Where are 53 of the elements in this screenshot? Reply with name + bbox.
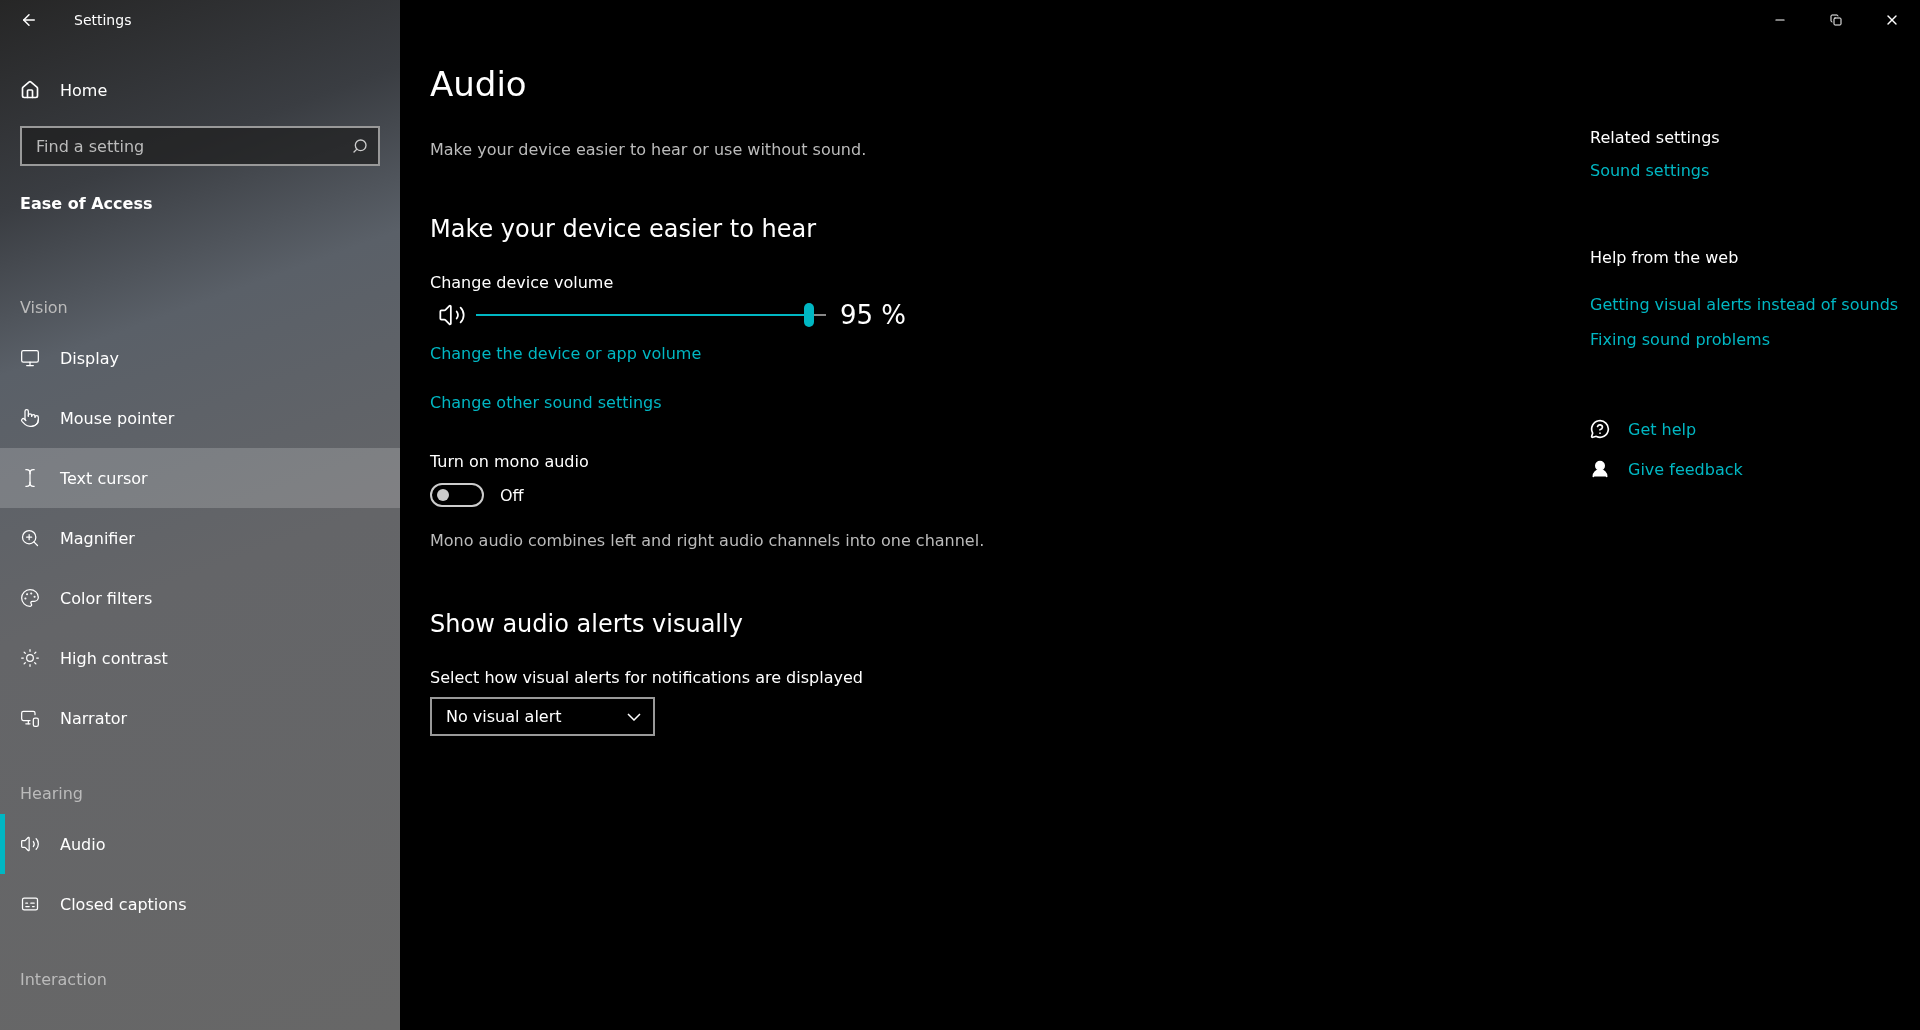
- toggle-state: Off: [500, 485, 524, 505]
- back-button[interactable]: [20, 11, 38, 29]
- section-heading: Show audio alerts visually: [430, 610, 743, 638]
- window-title: Settings: [74, 12, 132, 28]
- select-label: Select how visual alerts for notifications are displayed: [430, 668, 863, 687]
- mono-audio-label: Turn on mono audio: [430, 452, 589, 471]
- mono-audio-description: Mono audio combines left and right audio channels into one channel.: [430, 531, 985, 550]
- group-heading: Vision: [19, 296, 69, 319]
- search-icon: [352, 138, 368, 154]
- link[interactable]: Change other sound settings: [430, 393, 662, 412]
- monitor-icon: [20, 348, 40, 368]
- sidebar-item[interactable]: Mouse pointer: [0, 388, 400, 448]
- search-field[interactable]: Find a setting: [34, 135, 352, 157]
- volume-slider[interactable]: [476, 303, 826, 327]
- help-icon: [1590, 419, 1610, 439]
- page-description: Make your device easier to hear or use without sound.: [430, 140, 867, 159]
- home-link[interactable]: Home: [0, 70, 400, 110]
- group-heading: Interaction: [19, 968, 108, 991]
- sidebar-item[interactable]: Narrator: [0, 688, 400, 748]
- link[interactable]: Get help: [1628, 419, 1697, 439]
- sidebar-item[interactable]: High contrast: [0, 628, 400, 688]
- sidebar-item[interactable]: Text cursor: [0, 448, 400, 508]
- palette-icon: [20, 588, 40, 608]
- speaker-icon: [20, 834, 40, 854]
- search-box[interactable]: Find a setting: [20, 126, 380, 166]
- visual-alert-dropdown[interactable]: No visual alert: [430, 697, 655, 736]
- page-title: Audio: [430, 64, 527, 104]
- link[interactable]: Sound settings: [1590, 161, 1710, 180]
- link[interactable]: Give feedback: [1628, 459, 1743, 479]
- link[interactable]: Fixing sound problems: [1590, 330, 1770, 349]
- volume-label: Change device volume: [430, 273, 614, 292]
- volume-reading: 95 %: [840, 300, 907, 330]
- link[interactable]: Getting visual alerts instead of sounds: [1590, 295, 1899, 314]
- group-heading: Hearing: [19, 782, 84, 805]
- hand-pointer-icon: [20, 408, 40, 428]
- section-heading: Make your device easier to hear: [430, 215, 817, 243]
- aside-heading: Related settings: [1590, 128, 1720, 147]
- link[interactable]: Change the device or app volume: [430, 344, 702, 363]
- sidebar-item[interactable]: Color filters: [0, 568, 400, 628]
- mono-audio-toggle[interactable]: [430, 483, 484, 507]
- category-title: Ease of Access: [19, 193, 154, 215]
- sidebar-item[interactable]: Audio: [0, 814, 400, 874]
- sidebar-item[interactable]: Display: [0, 328, 400, 388]
- aside-heading: Help from the web: [1590, 248, 1739, 267]
- chevron-icon: [627, 712, 641, 721]
- person-icon: [1590, 459, 1610, 479]
- home-icon: [20, 80, 40, 100]
- sun-icon: [20, 648, 40, 668]
- sidebar-item[interactable]: Magnifier: [0, 508, 400, 568]
- magnifier-icon: [20, 528, 40, 548]
- sidebar-item[interactable]: Closed captions: [0, 874, 400, 934]
- monitor-icon: [20, 708, 40, 728]
- restore-icon: [1830, 14, 1842, 26]
